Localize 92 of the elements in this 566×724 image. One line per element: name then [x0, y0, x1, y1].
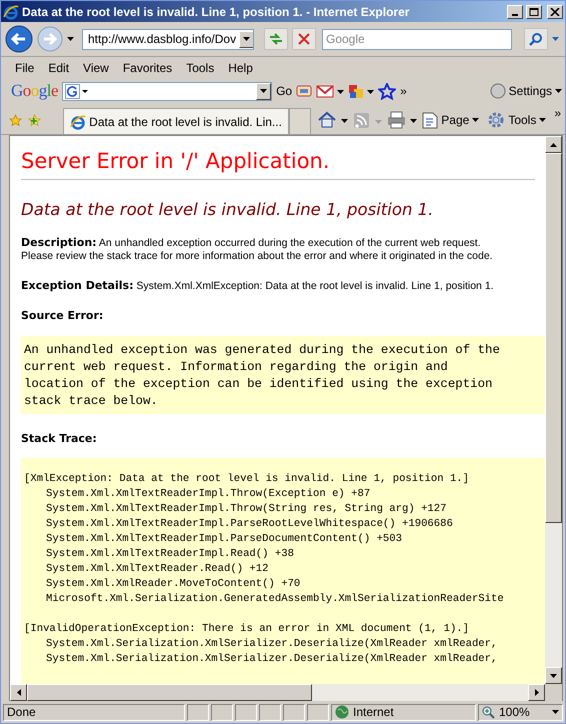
globe-icon [335, 705, 349, 719]
maximize-icon [529, 8, 539, 16]
zoom-icon [482, 706, 495, 718]
code-line: location of the exception can be identified using the exception [24, 376, 492, 393]
stack-frame: System.Xml.XmlTextReaderImpl.Read() +38 [24, 547, 294, 562]
status-pane [187, 704, 209, 720]
status-pane [235, 704, 257, 720]
exception-details-text: Exception Details: System.Xml.XmlException: Data at the root level is invalid. Line 1, position 1. [21, 279, 494, 293]
vertical-scrollbar[interactable] [545, 136, 562, 684]
google-search-field[interactable] [62, 82, 272, 100]
printer-icon[interactable] [387, 111, 418, 129]
menu-item[interactable]: Favorites [116, 61, 180, 75]
minimize-button[interactable] [507, 4, 523, 18]
refresh-icon [268, 31, 284, 47]
url-text: http://www.dasblog.info/Dov [88, 32, 236, 46]
address-field[interactable]: http://www.dasblog.info/Dov [82, 28, 254, 50]
menu-item[interactable]: View [76, 61, 116, 75]
favorites-star-icon[interactable] [9, 112, 22, 129]
browser-tab[interactable]: Data at the root level is invalid. Lin... [63, 108, 289, 134]
stack-frame: System.Xml.XmlTextReaderImpl.ParseRootLevelWhitespace() +1906686 [24, 517, 453, 532]
search-field[interactable]: Google [322, 28, 512, 50]
back-button[interactable] [5, 25, 33, 53]
circle-icon [490, 83, 506, 99]
code-line: stack trace below. [24, 393, 158, 410]
stack-frame: Microsoft.Xml.Serialization.GeneratedAssembly.XmlSerializationReaderSite [24, 592, 504, 607]
ie-logo-icon [3, 4, 19, 20]
zoom-button[interactable]: 100% [478, 704, 563, 720]
status-pane [211, 704, 233, 720]
status-text: Done [7, 705, 36, 719]
stop-icon [297, 32, 311, 46]
star-icon[interactable] [378, 82, 396, 100]
code-line: current web request. Information regarding the origin and [24, 359, 448, 376]
stack-frame: System.Xml.XmlTextReader.Read() +12 [24, 562, 269, 577]
page-menu-button[interactable]: Page [422, 112, 480, 128]
menu-item[interactable]: Edit [41, 61, 76, 75]
mail-icon[interactable] [316, 83, 344, 99]
refresh-button[interactable] [264, 28, 288, 50]
horizontal-scrollbar[interactable] [10, 684, 562, 701]
error-title: Data at the root level is invalid. Line 1, position 1. [21, 200, 434, 219]
gear-icon [487, 111, 506, 129]
window-title: Data at the root level is invalid. Line 1, position 1. - Internet Explorer [22, 4, 410, 18]
menu-item[interactable]: Tools [179, 61, 222, 75]
status-pane [259, 704, 281, 720]
more-button[interactable]: » [400, 84, 407, 98]
close-button[interactable] [547, 4, 563, 18]
section-label: Source Error: [21, 309, 104, 322]
scrollbar-corner [545, 684, 562, 701]
menu-item[interactable]: File [8, 61, 42, 75]
stack-frame: System.Xml.Serialization.XmlSerializer.Deserialize(XmlReader xmlReader, [24, 652, 498, 667]
right-arrow-icon[interactable] [534, 689, 538, 696]
stack-frame: System.Xml.XmlTextReaderImpl.ParseDocumentContent() +503 [24, 532, 402, 547]
dropdown-button[interactable] [256, 82, 272, 100]
exception-header: [InvalidOperationException: There is an error in XML document (1, 1).] [24, 622, 470, 637]
menu-item[interactable]: Help [221, 61, 260, 75]
exception-header: [XmlException: Data at the root level is invalid. Line 1, position 1.] [24, 472, 470, 487]
maximize-button[interactable] [526, 4, 542, 18]
dropdown-arrow-icon [552, 710, 559, 714]
status-pane [307, 704, 329, 720]
more-button[interactable]: » [554, 106, 562, 120]
tools-menu-button[interactable]: Tools [487, 111, 546, 129]
settings-button[interactable]: Settings [490, 83, 562, 99]
section-label: Stack Trace: [21, 432, 97, 445]
add-favorite-icon[interactable] [28, 112, 42, 129]
stack-frame: System.Xml.XmlTextReaderImpl.Throw(String res, String arg) +127 [24, 502, 447, 517]
stack-frame: System.Xml.XmlReader.MoveToContent() +70 [24, 577, 300, 592]
stop-button[interactable] [292, 28, 316, 50]
code-line: An unhandled exception was generated during the execution of the [24, 342, 500, 359]
search-icon [529, 32, 543, 46]
stack-frame: System.Xml.Serialization.XmlSerializer.Deserialize(XmlReader xmlReader, [24, 637, 498, 652]
minimize-icon [512, 14, 518, 16]
status-pane [283, 704, 305, 720]
description-text: Description: An unhandled exception occurred during the execution of the current web request. Please review the stack trace for more information about the error and where it originated in the code. [21, 236, 493, 263]
dropdown-button[interactable] [239, 30, 253, 48]
page-heading: Server Error in '/' Application. [21, 148, 330, 174]
stack-frame: System.Xml.XmlTextReaderImpl.Throw(Exception e) +87 [24, 487, 370, 502]
search-button[interactable] [524, 28, 548, 50]
home-icon[interactable] [317, 111, 350, 129]
left-arrow-icon[interactable] [16, 689, 20, 696]
security-zone-text: Internet [353, 705, 394, 719]
close-icon [550, 8, 560, 16]
blocks-icon[interactable] [348, 83, 374, 99]
up-arrow-icon[interactable] [550, 142, 557, 146]
go-button[interactable]: Go [276, 84, 292, 98]
google-g-icon[interactable] [65, 84, 90, 98]
google-logo: Google [11, 81, 58, 101]
dropdown-arrow-icon [260, 89, 268, 93]
dropdown-arrow-icon [555, 89, 562, 93]
dropdown-arrow-icon[interactable] [67, 37, 74, 41]
dropdown-arrow-icon [243, 37, 250, 41]
down-arrow-icon[interactable] [550, 674, 557, 678]
dropdown-arrow-icon [472, 118, 480, 122]
dropdown-arrow-icon [539, 118, 546, 122]
